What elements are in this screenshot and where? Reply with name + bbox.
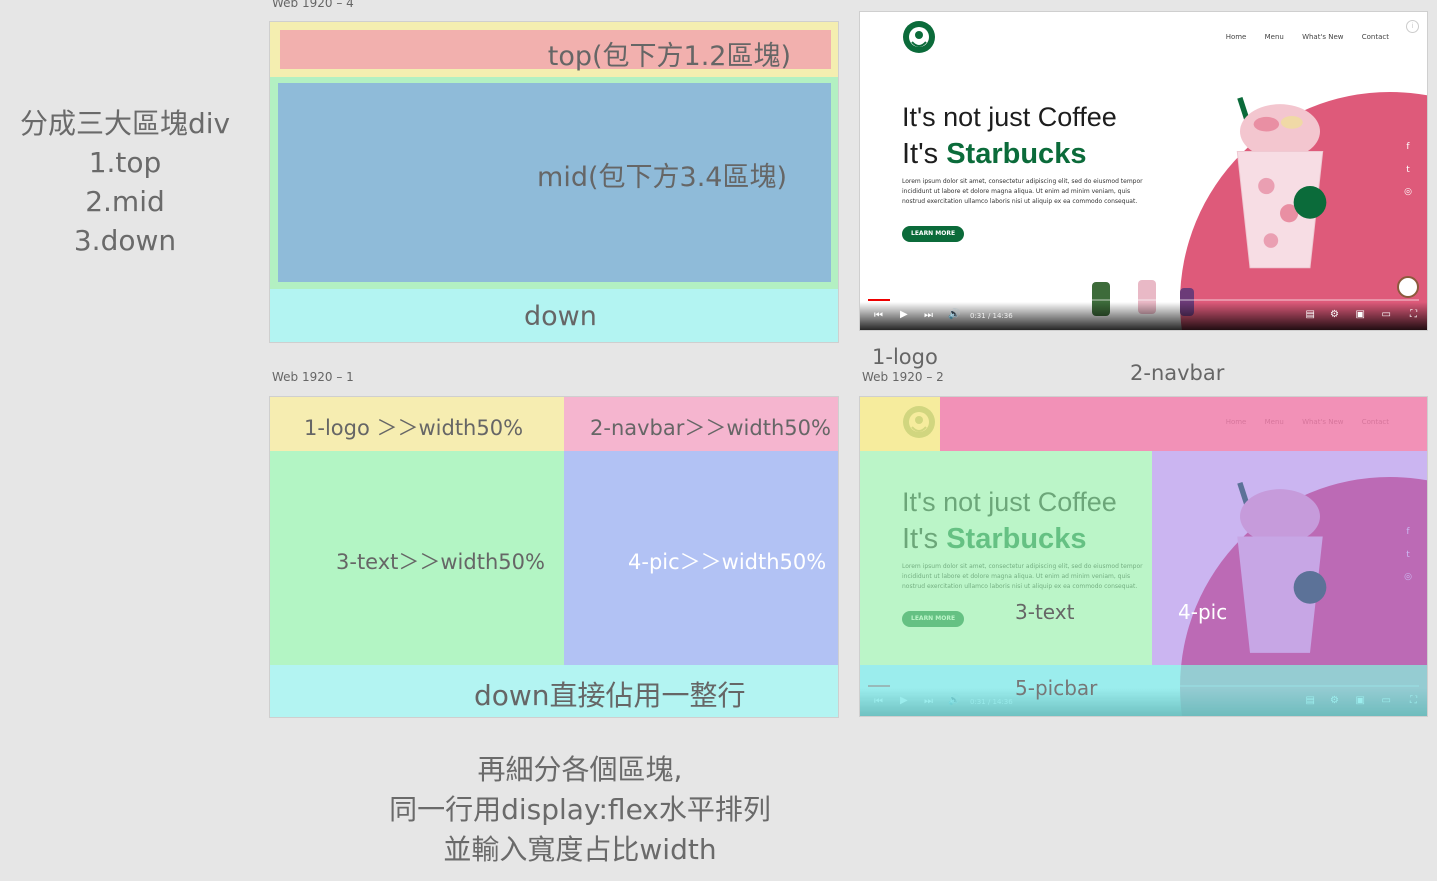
bottom-notes: 再細分各個區塊, 同一行用display:flex水平排列 並輸入寬度占比wid… [330, 750, 830, 870]
nav-home-link[interactable]: Home [1226, 33, 1247, 41]
top-block: top(包下方1.2區塊) [280, 30, 831, 72]
twitter-icon[interactable]: t [1401, 165, 1415, 175]
instagram-icon[interactable]: ◎ [1401, 187, 1415, 197]
logo-block-label: 1-logo ＞＞width50% [304, 416, 524, 440]
frame-caption: Web 1920 – 2 [862, 370, 944, 384]
info-icon[interactable]: i [1406, 20, 1419, 33]
mid-block: mid(包下方3.4區塊) [278, 83, 831, 282]
nav-contact-link[interactable]: Contact [1362, 33, 1389, 41]
fullscreen-icon[interactable]: ⛶ [1410, 309, 1417, 320]
down-block-label: down直接佔用一整行 [474, 679, 746, 712]
down-block-label: down [524, 301, 597, 332]
note-line: 3.down [73, 224, 177, 257]
skip-back-icon[interactable]: ⏮ [874, 310, 883, 321]
logo-annotation-label: 1-logo [872, 345, 938, 369]
facebook-icon[interactable]: f [1401, 142, 1415, 152]
nav-menu-link[interactable]: Menu [1265, 33, 1284, 41]
navbar-block-label: 2-navbar＞＞width50% [590, 416, 831, 440]
left-notes: 分成三大區塊div 1.top 2.mid 3.down [0, 104, 250, 260]
miniplayer-icon[interactable]: ▣ [1356, 309, 1365, 320]
nav-links: Home Menu What's New Contact [1210, 33, 1389, 41]
pic-overlay-label: 4-pic [1178, 600, 1228, 624]
note-line: 並輸入寬度占比width [443, 833, 717, 866]
headline-prefix: It's [902, 138, 947, 170]
wireframe-bottom: 1-logo ＞＞width50% 2-navbar＞＞width50% 3-t… [269, 396, 839, 718]
text-block: 3-text＞＞width50% [270, 451, 564, 665]
down-block: down直接佔用一整行 [270, 665, 838, 717]
mid-block-label: mid(包下方3.4區塊) [537, 162, 787, 193]
starbucks-mockup-annotated: Home Menu What's New Contact It's not ju… [859, 396, 1428, 717]
starbucks-mockup: Home Menu What's New Contact i It's not … [859, 11, 1428, 331]
play-icon[interactable]: ▶ [900, 309, 908, 320]
starbucks-logo-icon [903, 21, 935, 53]
headline-brand: Starbucks [946, 138, 1087, 170]
note-line: 1.top [88, 146, 162, 179]
video-progress-track[interactable] [868, 299, 1419, 301]
text-overlay [860, 451, 1152, 665]
note-line: 2.mid [85, 185, 165, 218]
next-icon[interactable]: ⏭ [924, 310, 933, 321]
text-block-label: 3-text＞＞width50% [336, 550, 545, 574]
video-time: 0:31 / 14:36 [970, 312, 1013, 320]
settings-icon[interactable]: ⚙ [1330, 309, 1339, 320]
frame-caption: Web 1920 – 4 [272, 0, 354, 10]
frame-caption: Web 1920 – 1 [272, 370, 354, 384]
picbar-overlay [860, 665, 1427, 716]
text-overlay-label: 3-text [1015, 600, 1075, 624]
channel-avatar[interactable] [1397, 276, 1419, 298]
logo-overlay [860, 397, 940, 451]
pic-block: 4-pic＞＞width50% [564, 451, 838, 665]
volume-icon[interactable]: 🔊 [948, 309, 960, 320]
logo-block: 1-logo ＞＞width50% [270, 397, 564, 451]
mid-wrapper: mid(包下方3.4區塊) [270, 77, 838, 289]
lorem-text: Lorem ipsum dolor sit amet, consectetur … [902, 178, 1143, 205]
headline-line-2: It's Starbucks [902, 138, 1086, 171]
navbar-annotation-label: 2-navbar [1130, 361, 1225, 385]
video-progress-fill [868, 299, 891, 301]
wireframe-top: top(包下方1.2區塊) mid(包下方3.4區塊) down [269, 21, 839, 343]
navbar-block: 2-navbar＞＞width50% [564, 397, 838, 451]
frappuccino-cup-image [1236, 96, 1327, 269]
subtitles-icon[interactable]: ▤ [1306, 309, 1315, 320]
pic-overlay [1152, 451, 1427, 665]
note-line: 同一行用display:flex水平排列 [389, 793, 771, 826]
theater-icon[interactable]: ▭ [1382, 309, 1391, 320]
note-line: 再細分各個區塊, [477, 753, 683, 786]
pic-block-label: 4-pic＞＞width50% [628, 550, 827, 574]
headline-line-1: It's not just Coffee [902, 102, 1117, 132]
top-block-label: top(包下方1.2區塊) [547, 41, 791, 72]
video-controls: ⏮ ▶ ⏭ 🔊 0:31 / 14:36 ▤ ⚙ ▣ ▭ ⛶ [860, 299, 1427, 330]
picbar-overlay-label: 5-picbar [1015, 676, 1098, 700]
navbar-overlay [940, 397, 1427, 451]
learn-more-button[interactable]: LEARN MORE [902, 226, 965, 242]
nav-whats-new-link[interactable]: What's New [1302, 33, 1343, 41]
note-line: 分成三大區塊div [19, 107, 231, 140]
down-block: down [270, 289, 838, 342]
